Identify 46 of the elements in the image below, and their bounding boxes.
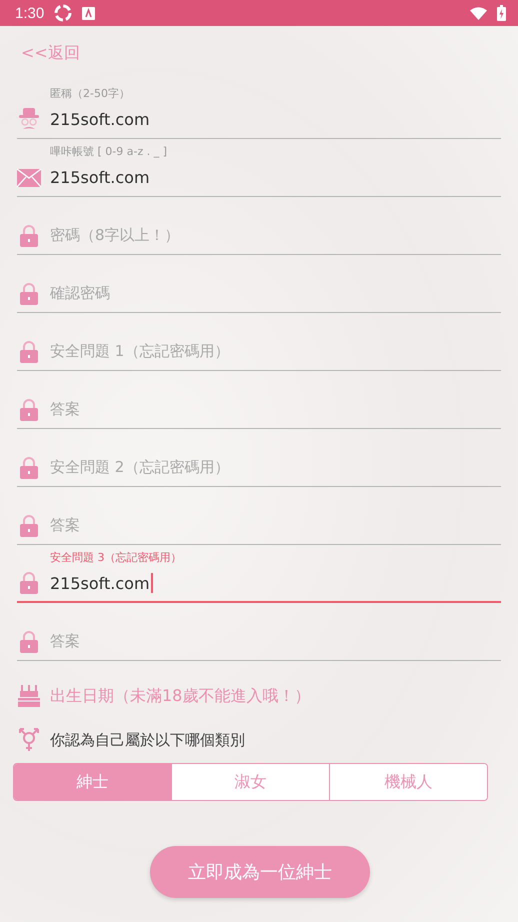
field-placeholder: 答案 xyxy=(50,516,80,535)
field-label: 匿稱（2-50字） xyxy=(49,87,131,101)
gender-symbol-icon xyxy=(17,728,41,752)
padlock-icon xyxy=(17,456,41,478)
input-field[interactable]: 215soft.com xyxy=(17,159,501,197)
gender-option[interactable]: 機械人 xyxy=(329,764,487,800)
field-placeholder: 密碼（8字以上！） xyxy=(50,226,180,245)
input-field[interactable]: 確認密碼 xyxy=(17,275,501,313)
input-field[interactable]: 答案 xyxy=(17,391,501,429)
input-field[interactable]: 答案 xyxy=(17,623,501,661)
padlock-icon xyxy=(17,572,41,594)
field-value: 215soft.com xyxy=(50,573,153,593)
field-value: 215soft.com xyxy=(50,110,150,129)
field-value: 215soft.com xyxy=(50,168,150,187)
field-placeholder: 答案 xyxy=(50,632,80,651)
input-field[interactable]: 安全問題 2（忘記密碼用） xyxy=(17,449,501,487)
envelope-icon xyxy=(17,168,41,186)
gentleman-icon xyxy=(17,108,41,132)
app-notification-icon xyxy=(82,6,96,20)
gender-option[interactable]: 紳士 xyxy=(14,764,171,800)
wifi-icon xyxy=(470,6,487,20)
field-placeholder: 確認密碼 xyxy=(50,284,110,303)
status-time: 1:30 xyxy=(15,4,44,22)
field-placeholder: 安全問題 2（忘記密碼用） xyxy=(50,458,230,477)
field-label: 安全問題 3（忘記密碼用） xyxy=(49,551,182,565)
field-placeholder: 答案 xyxy=(50,400,80,419)
battery-icon xyxy=(497,5,506,21)
field-label: 嗶咔帳號 [ 0-9 a-z . _ ] xyxy=(49,145,168,159)
padlock-icon xyxy=(17,630,41,652)
input-field[interactable]: 215soft.com xyxy=(17,101,501,139)
input-field[interactable]: 答案 xyxy=(17,507,501,545)
padlock-icon xyxy=(17,398,41,420)
input-field[interactable]: 安全問題 1（忘記密碼用） xyxy=(17,333,501,371)
input-field[interactable]: 215soft.com xyxy=(17,565,501,603)
back-link[interactable]: <<返回 xyxy=(17,43,80,64)
field-placeholder: 安全問題 1（忘記密碼用） xyxy=(50,342,230,361)
gender-prompt: 你認為自己屬於以下哪個類別 xyxy=(50,730,245,750)
cake-icon xyxy=(17,685,41,707)
padlock-icon xyxy=(17,514,41,536)
input-field[interactable]: 密碼（8字以上！） xyxy=(17,217,501,255)
padlock-icon xyxy=(17,340,41,362)
sync-icon xyxy=(54,4,72,22)
padlock-icon xyxy=(17,282,41,304)
birthday-field[interactable]: 出生日期（未滿18歲不能進入哦！） xyxy=(17,671,501,721)
padlock-icon xyxy=(17,224,41,246)
submit-button[interactable]: 立即成為一位紳士 xyxy=(150,846,370,898)
